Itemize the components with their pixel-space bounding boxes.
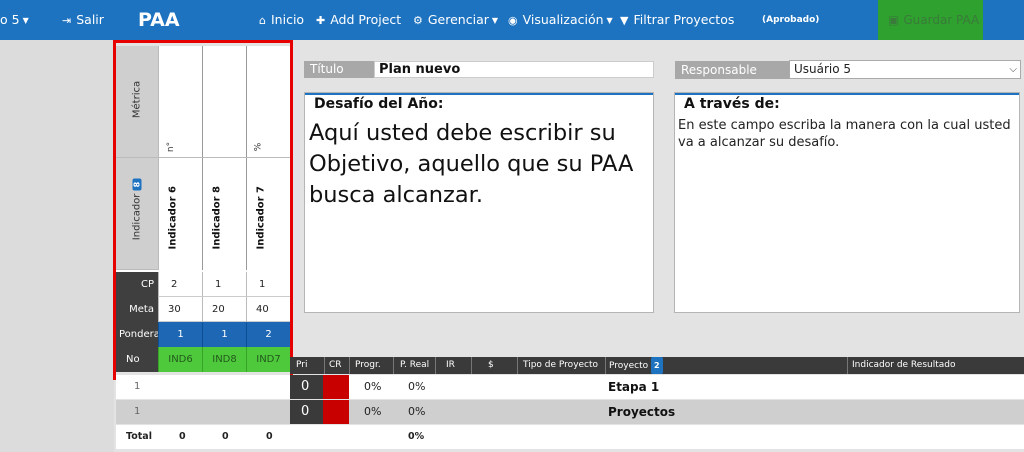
column-separator — [246, 46, 247, 270]
gears-icon: ⚙ — [413, 14, 423, 27]
header-progr[interactable]: Progr. — [349, 357, 393, 374]
total-label: Total — [126, 431, 152, 442]
meta-cell[interactable]: 30 — [158, 297, 202, 322]
total-value: 0 — [222, 431, 229, 442]
real-progress-cell: 0% — [408, 380, 426, 393]
total-real-progress: 0% — [408, 431, 425, 442]
priority-cell[interactable]: 0 — [290, 375, 323, 399]
save-icon: ▣ — [888, 13, 900, 27]
filter-icon: ▼ — [620, 14, 629, 27]
project-name[interactable]: Proyectos — [608, 400, 675, 424]
header-preal[interactable]: P. Real — [393, 357, 435, 374]
row-label-cp: CP — [116, 272, 158, 297]
table-row[interactable]: 1 0 0% 0% Proyectos — [116, 400, 1024, 424]
cp-cell[interactable]: 1 — [202, 272, 246, 297]
priority-cell[interactable]: 0 — [290, 400, 323, 424]
header-money[interactable]: $ — [471, 357, 517, 374]
left-panel — [0, 40, 114, 452]
metric-header: Métrica — [116, 46, 158, 158]
progress-cell: 0% — [364, 380, 382, 393]
metric-unit: % — [253, 142, 264, 152]
view-menu[interactable]: ◉ Visualización ▼ — [508, 0, 613, 40]
challenge-heading: Desafío del Año: — [314, 96, 444, 112]
column-separator — [158, 46, 159, 270]
indicator-label: Indicador 8 — [132, 167, 143, 253]
total-value: 0 — [266, 431, 273, 442]
cr-status-cell — [323, 400, 349, 424]
eye-icon: ◉ — [508, 14, 518, 27]
through-heading: A través de: — [684, 96, 780, 112]
cr-status-cell — [323, 375, 349, 399]
indicator-code-cell[interactable]: IND7 — [246, 347, 290, 372]
metric-unit: n° — [166, 141, 177, 153]
add-project-link[interactable]: ✚ Add Project — [316, 0, 401, 40]
project-name[interactable]: Etapa 1 — [608, 375, 659, 399]
header-result-indicator[interactable]: Indicador de Resultado — [847, 357, 1024, 374]
responsible-select[interactable]: Usuário 5 ⌵ — [789, 60, 1021, 79]
exit-button[interactable]: ⇥ Salir — [62, 0, 104, 40]
row-label-no: No — [116, 347, 158, 372]
header-pri[interactable]: Pri — [290, 357, 324, 374]
cp-cell[interactable]: 2 — [158, 272, 202, 297]
title-input[interactable]: Plan nuevo — [374, 61, 654, 78]
table-row[interactable]: 1 0 0% 0% Etapa 1 — [116, 375, 1024, 399]
indicator-code-cell[interactable]: IND8 — [202, 347, 246, 372]
brand-title[interactable]: PAA — [138, 0, 180, 40]
total-value: 0 — [179, 431, 186, 442]
status-badge: (Aprobado) — [762, 15, 820, 25]
filter-projects-link[interactable]: ▼ Filtrar Proyectos — [620, 0, 734, 40]
cp-cell[interactable]: 1 — [246, 272, 290, 297]
meta-cell[interactable]: 20 — [202, 297, 246, 322]
plus-icon: ✚ — [316, 14, 326, 27]
responsible-value: Usuário 5 — [794, 62, 852, 76]
indicator-header: Indicador 8 — [116, 158, 158, 270]
meta-cell[interactable]: 40 — [246, 297, 290, 322]
column-separator — [202, 46, 203, 270]
row-number: 1 — [134, 381, 141, 392]
header-project[interactable]: Proyecto 2 — [605, 357, 847, 374]
metric-label: Métrica — [131, 80, 143, 119]
nav-cut-item[interactable]: o 5 ▼ — [0, 0, 29, 40]
header-project-type[interactable]: Tipo de Proyecto — [517, 357, 605, 374]
challenge-text[interactable]: Aquí usted debe escribir su Objetivo, aq… — [309, 118, 649, 211]
exit-icon: ⇥ — [62, 14, 72, 27]
manage-menu[interactable]: ⚙ Gerenciar ▼ — [413, 0, 498, 40]
box-accent-strip — [305, 93, 653, 95]
total-row: Total 0 0 0 0% — [116, 425, 1024, 449]
project-table-header: Pri CR Progr. P. Real IR $ Tipo de Proye… — [290, 357, 1024, 374]
indicator-name[interactable]: Indicador 7 — [256, 180, 267, 250]
home-icon: ⌂ — [259, 14, 266, 27]
real-progress-cell: 0% — [408, 405, 426, 418]
weight-cell[interactable]: 2 — [246, 322, 290, 347]
caret-down-icon: ▼ — [606, 15, 613, 25]
caret-down-icon: ▼ — [491, 15, 499, 25]
top-navbar: o 5 ▼ ⇥ Salir PAA ⌂ Inicio ✚ Add Project ⚙ Ge… — [0, 0, 1024, 40]
responsible-label: Responsable — [675, 61, 789, 79]
row-number: 1 — [134, 406, 141, 417]
indicator-name[interactable]: Indicador 6 — [168, 180, 179, 250]
header-cr[interactable]: CR — [324, 357, 349, 374]
box-accent-strip — [675, 93, 1019, 95]
indicator-name[interactable]: Indicador 8 — [212, 180, 223, 250]
caret-down-icon: ▼ — [22, 15, 29, 25]
row-separator — [158, 157, 290, 158]
project-count-badge: 2 — [651, 357, 663, 374]
indicator-code-cell[interactable]: IND6 — [158, 347, 202, 372]
save-paa-button[interactable]: ▣ Guardar PAA — [878, 0, 983, 40]
chevron-down-icon: ⌵ — [1009, 64, 1017, 75]
header-ir[interactable]: IR — [435, 357, 471, 374]
home-link[interactable]: ⌂ Inicio — [259, 0, 304, 40]
weight-cell[interactable]: 1 — [158, 322, 202, 347]
title-label: Título — [304, 61, 374, 78]
through-text[interactable]: En este campo escriba la manera con la c… — [678, 117, 1016, 151]
row-label-weight: Ponderación — [116, 322, 158, 347]
challenge-box[interactable]: Desafío del Año: Aquí usted debe escribi… — [304, 92, 654, 313]
indicator-count-badge: 8 — [132, 178, 142, 191]
through-box[interactable]: A través de: En este campo escriba la ma… — [674, 92, 1020, 313]
weight-cell[interactable]: 1 — [202, 322, 246, 347]
indicator-matrix: Métrica Indicador 8 n° % Indicador 6 Ind… — [116, 46, 290, 372]
row-label-meta: Meta — [116, 297, 158, 322]
progress-cell: 0% — [364, 405, 382, 418]
